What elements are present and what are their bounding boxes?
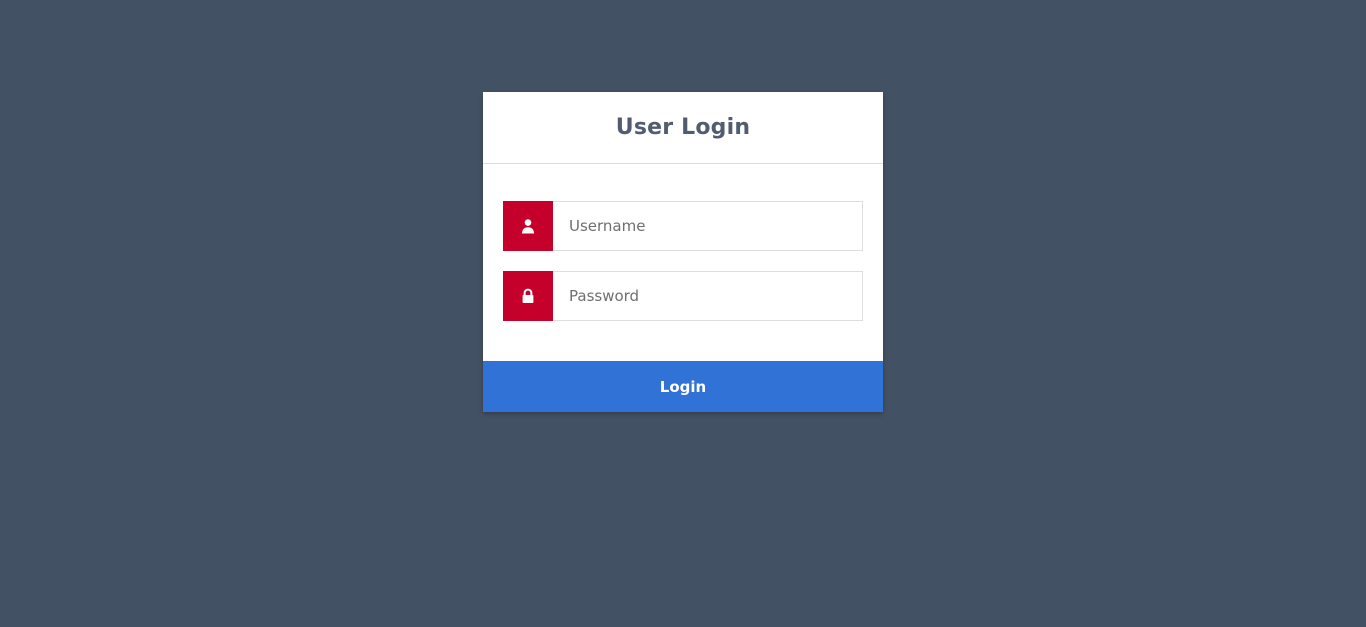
login-card-header: User Login [483,92,883,164]
user-icon [503,201,553,251]
login-form [483,164,883,321]
login-card: User Login Login [483,92,883,412]
password-input[interactable] [553,271,863,321]
lock-icon [503,271,553,321]
username-input[interactable] [553,201,863,251]
username-input-group [503,201,863,251]
page-title: User Login [615,115,751,140]
login-button[interactable]: Login [483,361,883,412]
password-input-group [503,271,863,321]
